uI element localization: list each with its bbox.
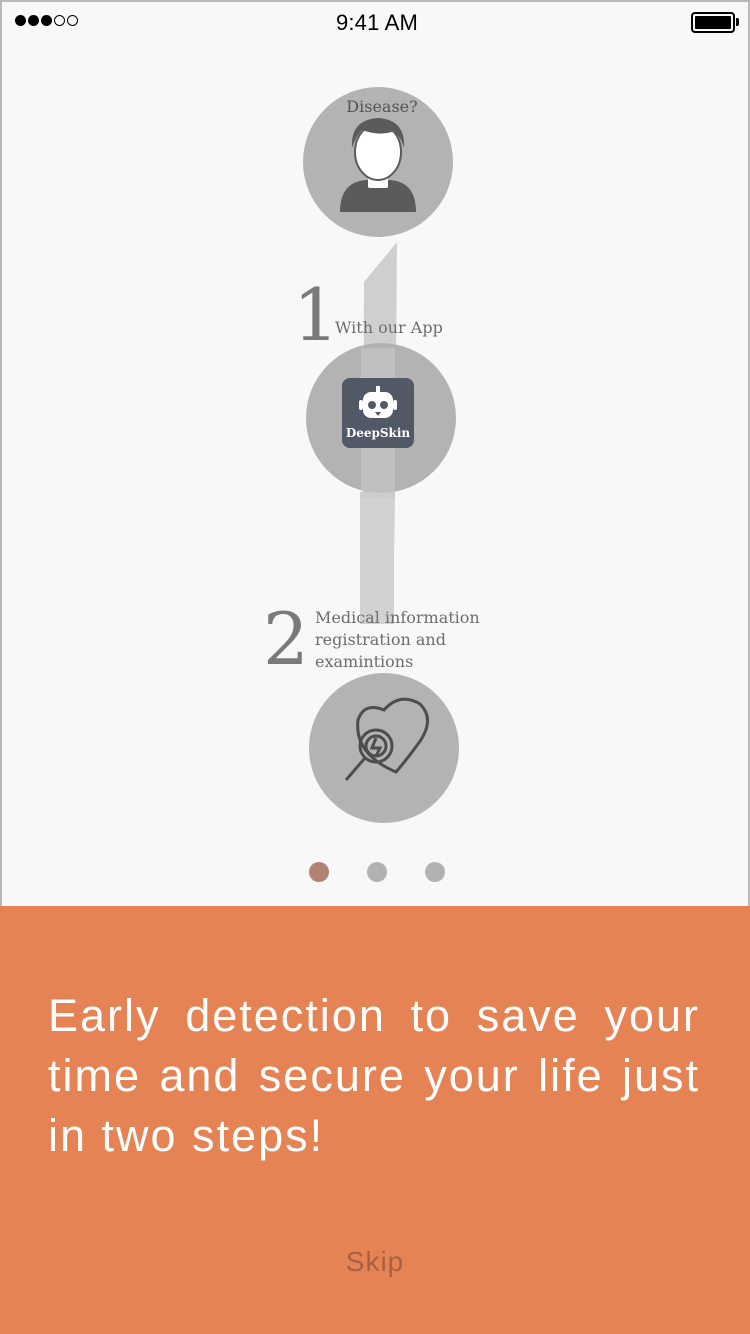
- app-name: DeepSkin: [345, 426, 411, 440]
- disease-label: Disease?: [346, 97, 418, 116]
- step-2-caption-line: registration and: [315, 630, 446, 649]
- step-2-caption-line: examintions: [315, 652, 414, 671]
- step-1-caption: With our App: [335, 318, 443, 337]
- page-dot-3[interactable]: [425, 862, 445, 882]
- onboarding-screen: 9:41 AM Disease? 1 With our App DeepSkin…: [0, 0, 750, 1334]
- onboarding-headline: Early detection to save your time and se…: [48, 990, 700, 1161]
- illustration-area: 9:41 AM Disease? 1 With our App DeepSkin…: [0, 0, 750, 906]
- examination-bubble: [309, 673, 459, 823]
- steps-illustration: [303, 87, 459, 823]
- skip-button[interactable]: Skip: [0, 1246, 750, 1278]
- message-panel: Early detection to save your time and se…: [0, 906, 750, 1334]
- app-bubble: [306, 343, 456, 498]
- step-2-caption-line: Medical information: [315, 608, 480, 627]
- page-dot-2[interactable]: [367, 862, 387, 882]
- page-indicator[interactable]: [2, 862, 750, 882]
- step-1-number: 1: [293, 273, 339, 357]
- page-dot-1[interactable]: [309, 862, 329, 882]
- step-2-caption: Medical information registration and exa…: [315, 607, 480, 673]
- step-2-number: 2: [263, 597, 309, 681]
